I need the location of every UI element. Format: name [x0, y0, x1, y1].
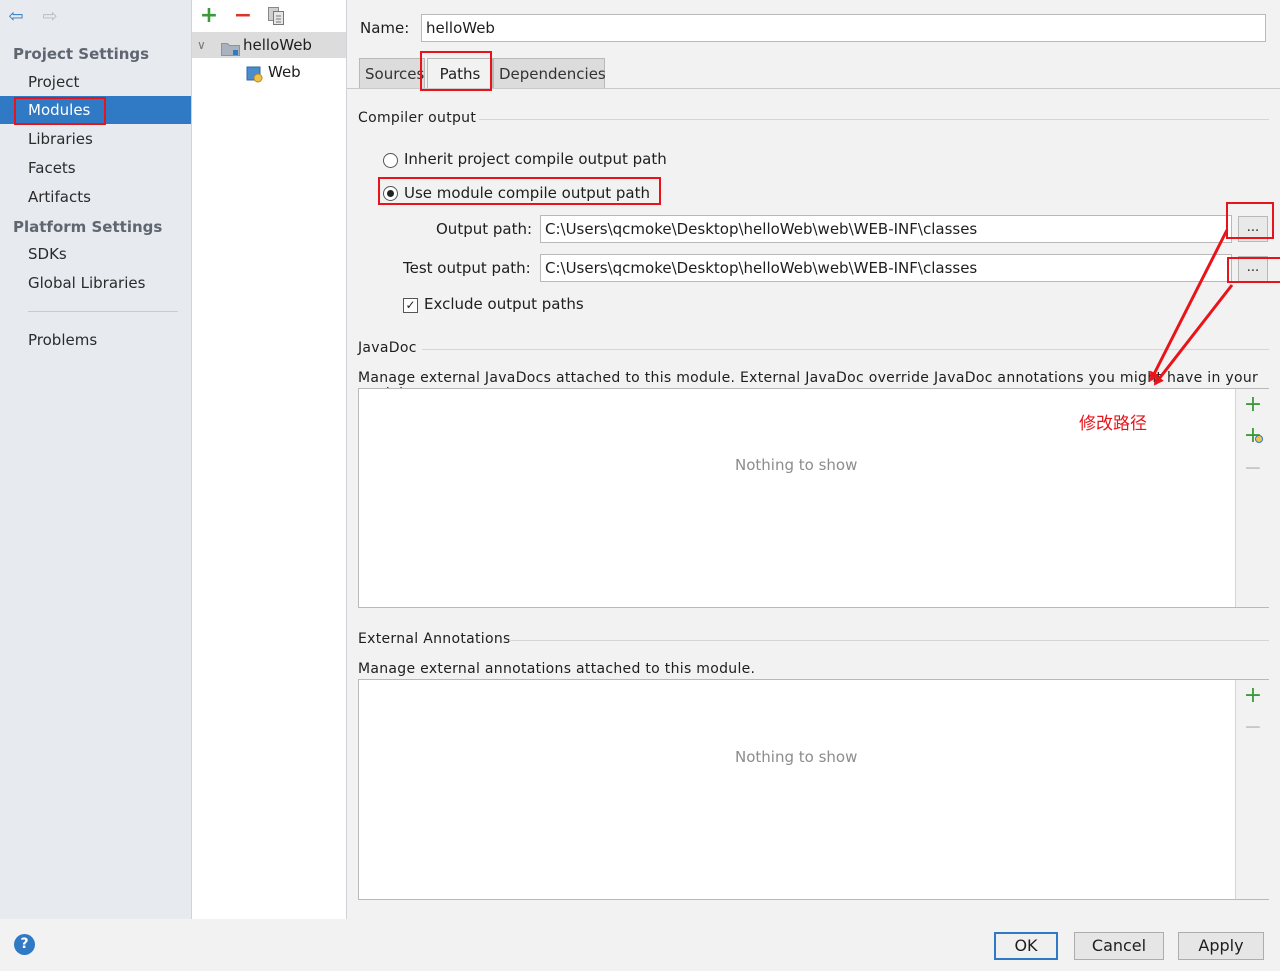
- platform-settings-heading: Platform Settings: [13, 218, 163, 236]
- project-settings-heading: Project Settings: [13, 45, 150, 63]
- remove-icon[interactable]: −: [233, 5, 253, 27]
- forward-arrow-icon[interactable]: ⇨: [40, 7, 60, 27]
- sidebar-item-sdks[interactable]: SDKs: [0, 240, 191, 268]
- tree-module-label: helloWeb: [243, 36, 312, 54]
- folder-icon: [221, 38, 240, 56]
- tree-row-module[interactable]: ∨ helloWeb: [192, 32, 346, 58]
- back-arrow-icon[interactable]: ⇦: [6, 7, 26, 27]
- cancel-button[interactable]: Cancel: [1074, 932, 1164, 960]
- ok-button[interactable]: OK: [994, 932, 1058, 960]
- help-icon[interactable]: ?: [14, 934, 35, 955]
- sidebar-item-global-libraries[interactable]: Global Libraries: [0, 269, 191, 297]
- module-tree-panel: + − ∨ helloWeb Web: [192, 0, 347, 919]
- copy-icon[interactable]: [268, 7, 284, 25]
- apply-button[interactable]: Apply: [1178, 932, 1264, 960]
- chevron-down-icon[interactable]: ∨: [197, 32, 206, 58]
- sidebar-item-project[interactable]: Project: [0, 68, 191, 96]
- settings-sidebar: ⇦ ⇨ Project Settings Project Modules Lib…: [0, 0, 192, 919]
- sidebar-item-artifacts[interactable]: Artifacts: [0, 183, 191, 211]
- sidebar-divider: [28, 311, 178, 312]
- dialog-button-bar: ? OK Cancel Apply: [0, 919, 1280, 971]
- add-icon[interactable]: +: [199, 5, 219, 27]
- sidebar-item-modules[interactable]: Modules: [0, 96, 191, 124]
- module-settings-panel: Name: helloWeb Sources Paths Dependencie…: [347, 0, 1280, 919]
- web-facet-icon: [246, 65, 263, 83]
- annotation-arrows: [1149, 229, 1234, 386]
- sidebar-item-problems[interactable]: Problems: [0, 326, 191, 354]
- tree-facet-label: Web: [268, 63, 301, 81]
- tree-row-facet[interactable]: Web: [246, 59, 346, 85]
- sidebar-item-libraries[interactable]: Libraries: [0, 125, 191, 153]
- sidebar-item-facets[interactable]: Facets: [0, 154, 191, 182]
